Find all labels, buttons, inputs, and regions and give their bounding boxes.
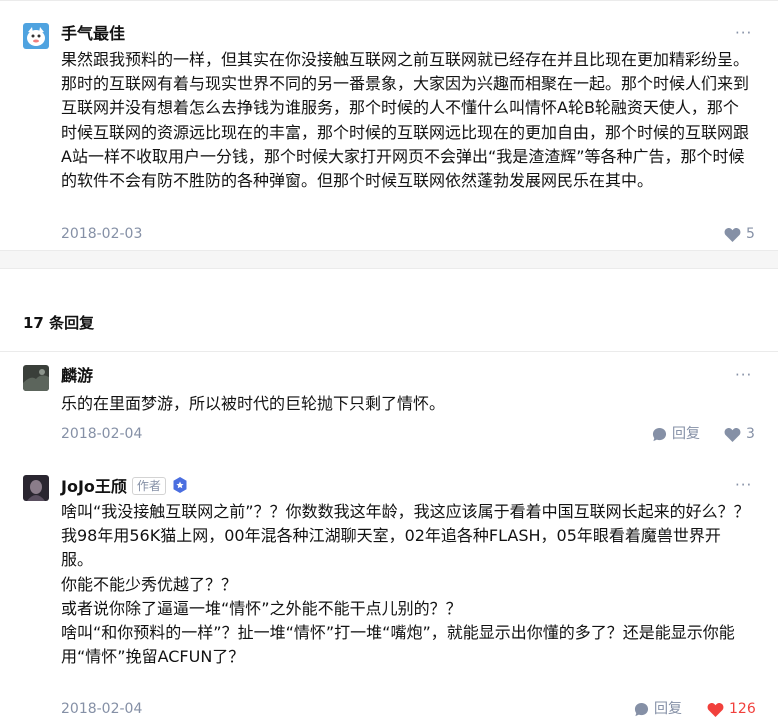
author-name[interactable]: 手气最佳: [61, 24, 125, 44]
author-name[interactable]: 麟游: [61, 366, 93, 386]
heart-icon: [724, 227, 741, 242]
comment-content: 乐的在里面梦游，所以被时代的巨轮抛下只剩了情怀。: [61, 394, 446, 413]
like-count: 126: [729, 701, 756, 717]
replies-count-header: 17 条回复: [23, 314, 95, 332]
more-dots-icon[interactable]: ···: [735, 478, 752, 493]
avatar[interactable]: [23, 23, 49, 49]
reply-item: 麟游 ··· 乐的在里面梦游，所以被时代的巨轮抛下只剩了情怀。 2018-02-…: [0, 352, 778, 452]
like-count: 5: [746, 226, 755, 242]
main-comment: 手气最佳 ··· 果然跟我预料的一样，但其实在你没接触互联网之前互联网就已经存在…: [0, 0, 778, 250]
comment-content: 果然跟我预料的一样，但其实在你没接触互联网之前互联网就已经存在并且比现在更加精彩…: [61, 50, 750, 191]
author-name-text[interactable]: JoJo王颀: [61, 477, 127, 496]
comment-date: 2018-02-03: [61, 226, 143, 242]
avatar[interactable]: [23, 475, 49, 501]
reply-button[interactable]: 回复: [634, 700, 682, 718]
reply-bubble-icon: [634, 702, 649, 716]
like-count: 3: [746, 426, 755, 442]
heart-icon: [724, 427, 741, 442]
heart-icon: [707, 702, 724, 717]
reply-button[interactable]: 回复: [652, 425, 700, 443]
comment-date: 2018-02-04: [61, 701, 143, 717]
reply-item: JoJo王颀 作者 ··· 啥叫“我没接触互联网之前”？？你数数我这年龄，我这应该…: [0, 462, 778, 723]
section-divider: [0, 250, 778, 269]
like-button[interactable]: 3: [724, 425, 755, 443]
comment-content: 啥叫“我没接触互联网之前”？？你数数我这年龄，我这应该属于看着中国互联网长起来的…: [61, 502, 750, 667]
more-dots-icon[interactable]: ···: [735, 368, 752, 383]
like-button[interactable]: 5: [724, 225, 755, 243]
reply-bubble-icon: [652, 427, 667, 441]
like-button[interactable]: 126: [707, 700, 756, 718]
author-tag: 作者: [131, 477, 166, 495]
comment-date: 2018-02-04: [61, 426, 143, 442]
more-dots-icon[interactable]: ···: [735, 26, 752, 41]
author-name[interactable]: JoJo王颀 作者: [61, 476, 189, 497]
verified-badge-icon: [173, 477, 187, 493]
avatar[interactable]: [23, 365, 49, 391]
reply-label: 回复: [672, 426, 700, 442]
reply-label: 回复: [654, 701, 682, 717]
